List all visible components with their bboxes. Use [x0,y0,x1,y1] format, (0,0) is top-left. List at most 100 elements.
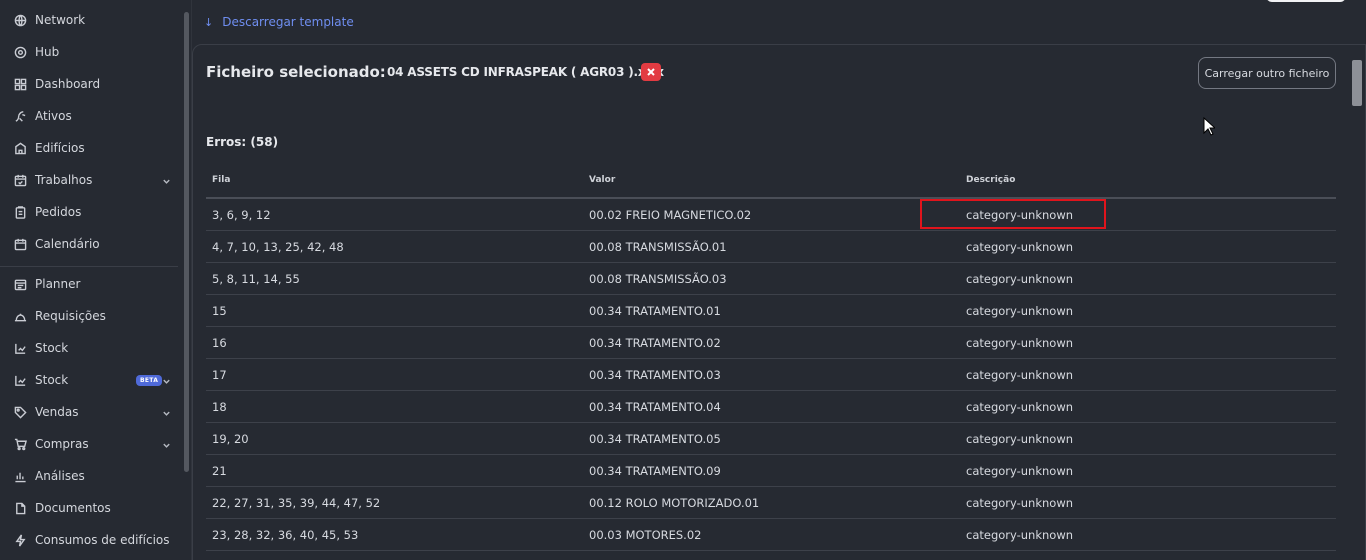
row-cell-descricao: category-unknown [966,464,1074,478]
selected-file-name: 04 ASSETS CD INFRASPEAK ( AGR03 ).xlsx [387,65,664,79]
row-cell-descricao: category-unknown [966,432,1074,446]
column-header-valor: Valor [589,175,616,185]
sidebar: Network Hub Dashboard Ativos Edifícios T… [0,0,192,560]
table-row: 18 00.34 TRATAMENTO.04 category-unknown [206,391,1336,423]
row-cell-descricao: category-unknown [966,272,1074,286]
sidebar-item-compras[interactable]: Compras [0,431,180,457]
row-cell-valor: 00.03 MOTORES.02 [589,528,702,542]
sidebar-item-label: Trabalhos [35,173,93,187]
sidebar-scrollbar[interactable] [184,12,189,472]
chart-icon [13,469,27,483]
row-cell-valor: 00.34 TRATAMENTO.02 [589,336,721,350]
main-scrollbar-thumb[interactable] [1352,60,1362,106]
sidebar-item-label: Compras [35,437,89,451]
table-row: 17 00.34 TRATAMENTO.03 category-unknown [206,359,1336,391]
row-cell-descricao: category-unknown [966,368,1074,382]
row-cell-descricao: category-unknown [966,528,1074,542]
row-cell-descricao: category-unknown [966,336,1074,350]
sidebar-item-documentos[interactable]: Documentos [0,495,180,521]
stock-icon [13,373,27,387]
table-row: 3, 6, 9, 12 00.02 FREIO MAGNETICO.02 cat… [206,199,1336,231]
row-cell-fila: 18 [212,400,227,414]
sidebar-item-analises[interactable]: Análises [0,463,180,489]
sidebar-item-planner[interactable]: Planner [0,271,180,297]
remove-file-button[interactable] [641,63,661,81]
sidebar-item-dashboard[interactable]: Dashboard [0,71,180,97]
row-cell-valor: 00.34 TRATAMENTO.09 [589,464,721,478]
cart-icon [13,437,27,451]
download-arrow-icon: ↓ [204,15,214,29]
assets-icon [13,109,27,123]
chevron-down-icon[interactable] [162,175,172,185]
close-icon [647,68,655,76]
column-header-descricao: Descrição [966,175,1016,185]
dashboard-icon [13,77,27,91]
sidebar-item-edificios[interactable]: Edifícios [0,135,180,161]
table-row: 19, 20 00.34 TRATAMENTO.05 category-unkn… [206,423,1336,455]
main-scrollbar-track[interactable] [1350,46,1364,560]
row-cell-fila: 21 [212,464,227,478]
building-icon [13,141,27,155]
row-cell-descricao: category-unknown [966,400,1074,414]
row-cell-valor: 00.02 FREIO MAGNETICO.02 [589,208,752,222]
row-cell-fila: 19, 20 [212,432,249,446]
sidebar-item-label: Planner [35,277,81,291]
sidebar-item-label: Requisições [35,309,106,323]
row-cell-fila: 4, 7, 10, 13, 25, 42, 48 [212,240,344,254]
sidebar-item-consumos[interactable]: Consumos de edifícios [0,527,180,553]
download-template-link[interactable]: ↓ Descarregar template [204,15,354,29]
sidebar-item-network[interactable]: Network [0,7,180,33]
hub-icon [13,45,27,59]
table-row: 15 00.34 TRATAMENTO.01 category-unknown [206,295,1336,327]
row-cell-valor: 00.08 TRANSMISSÃO.01 [589,240,727,254]
calendar-icon [13,237,27,251]
calendar-check-icon [13,173,27,187]
row-cell-fila: 16 [212,336,227,350]
row-cell-descricao: category-unknown [966,496,1074,510]
sidebar-item-requisicoes[interactable]: Requisições [0,303,180,329]
table-row: 4, 7, 10, 13, 25, 42, 48 00.08 TRANSMISS… [206,231,1336,263]
sidebar-divider [0,266,178,267]
sidebar-item-stock[interactable]: Stock [0,335,180,361]
sidebar-item-ativos[interactable]: Ativos [0,103,180,129]
sidebar-item-trabalhos[interactable]: Trabalhos [0,167,180,193]
sidebar-item-pedidos[interactable]: Pedidos [0,199,180,225]
sidebar-item-vendas[interactable]: Vendas [0,399,180,425]
row-cell-descricao: category-unknown [966,240,1074,254]
row-cell-valor: 00.08 TRANSMISSÃO.03 [589,272,727,286]
table-row: 22, 27, 31, 35, 39, 44, 47, 52 00.12 ROL… [206,487,1336,519]
sidebar-item-calendario[interactable]: Calendário [0,231,180,257]
sidebar-item-hub[interactable]: Hub [0,39,180,65]
sidebar-item-label: Stock [35,341,69,355]
row-cell-fila: 5, 8, 11, 14, 55 [212,272,300,286]
row-cell-fila: 22, 27, 31, 35, 39, 44, 47, 52 [212,496,381,510]
row-cell-fila: 23, 28, 32, 36, 40, 45, 53 [212,528,359,542]
planner-icon [13,277,27,291]
download-template-label: Descarregar template [222,15,354,29]
top-right-control[interactable] [1266,0,1346,2]
sidebar-item-stock-beta[interactable]: Stock BETA [0,367,180,393]
sidebar-item-label: Dashboard [35,77,101,91]
table-row: 21 00.34 TRATAMENTO.09 category-unknown [206,455,1336,487]
errors-title: Erros: (58) [206,135,279,149]
beta-badge: BETA [136,375,163,386]
tag-icon [13,405,27,419]
service-bell-icon [13,309,27,323]
chevron-down-icon[interactable] [162,439,172,449]
chevron-down-icon[interactable] [162,375,172,385]
stock-icon [13,341,27,355]
row-cell-valor: 00.12 ROLO MOTORIZADO.01 [589,496,760,510]
table-row: 23, 28, 32, 36, 40, 45, 53 00.03 MOTORES… [206,519,1336,551]
upload-another-file-button[interactable]: Carregar outro ficheiro [1198,57,1336,89]
lightning-icon [13,533,27,547]
sidebar-item-label: Network [35,13,86,27]
row-cell-valor: 00.34 TRATAMENTO.01 [589,304,721,318]
row-cell-valor: 00.34 TRATAMENTO.05 [589,432,721,446]
clipboard-icon [13,205,27,219]
row-cell-fila: 17 [212,368,227,382]
sidebar-item-label: Calendário [35,237,100,251]
chevron-down-icon[interactable] [162,407,172,417]
row-cell-valor: 00.34 TRATAMENTO.03 [589,368,721,382]
highlight-box [920,199,1106,229]
sidebar-item-label: Ativos [35,109,72,123]
